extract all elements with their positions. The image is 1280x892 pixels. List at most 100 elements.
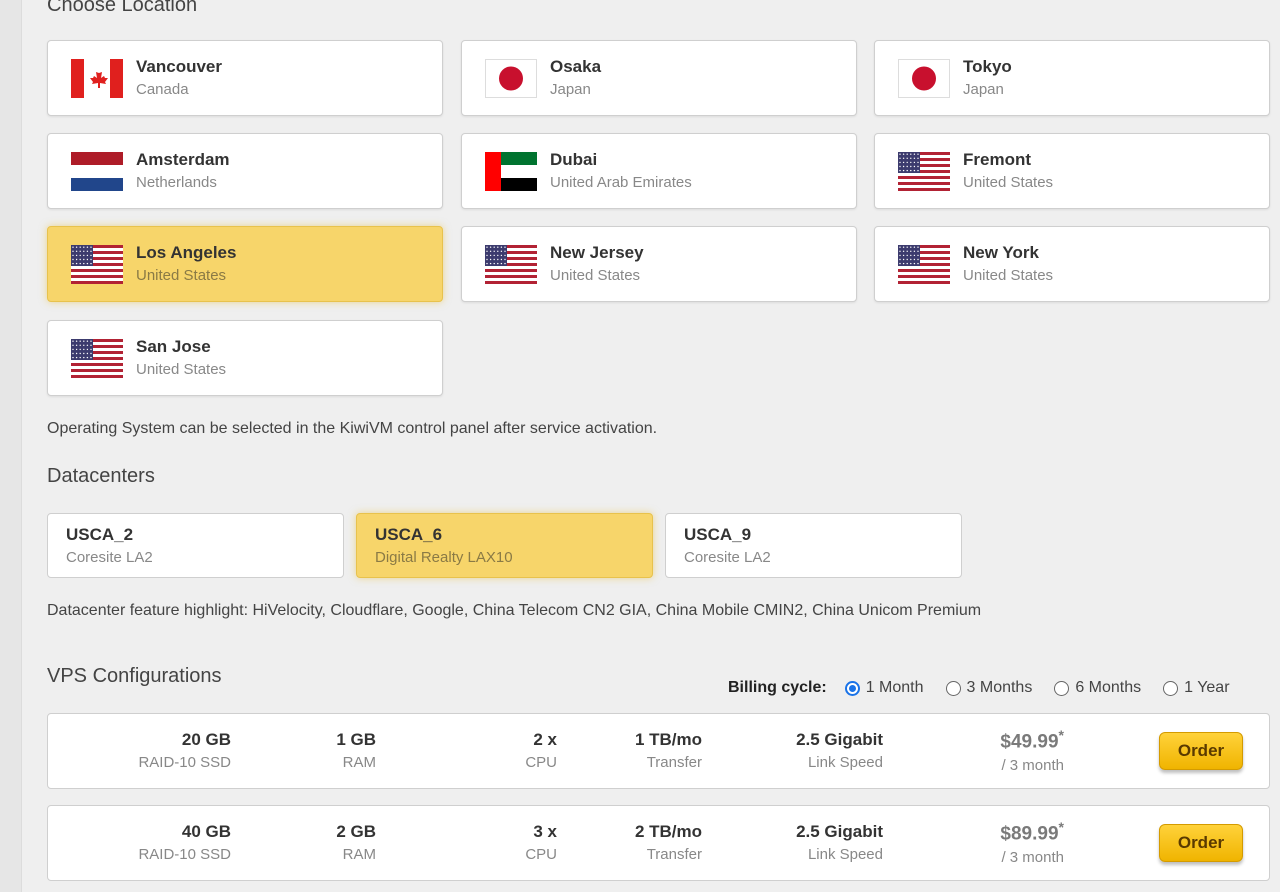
datacenter-code: USCA_6	[375, 525, 443, 544]
link-speed-label: Link Speed	[807, 754, 883, 771]
japan-flag-icon	[485, 59, 537, 98]
cpu-spec: 2 x CPU	[525, 730, 557, 771]
location-city: Osaka	[550, 57, 602, 76]
radio-icon[interactable]	[1163, 680, 1179, 696]
location-city: Vancouver	[136, 57, 222, 76]
order-button[interactable]: Order	[1159, 732, 1243, 770]
location-city: Dubai	[550, 150, 598, 169]
datacenter-card-usca-2[interactable]: USCA_2 Coresite LA2	[47, 513, 344, 578]
location-country: United States	[136, 267, 227, 284]
vps-configurations-title: VPS Configurations	[47, 665, 222, 687]
netherlands-flag-icon	[71, 152, 123, 191]
location-country: United States	[550, 267, 641, 284]
link-speed-spec: 2.5 Gigabit Link Speed	[796, 730, 883, 771]
vps-plan-row: 20 GB RAID-10 SSD 1 GB RAM 2 x CPU 1 TB/…	[47, 713, 1270, 789]
transfer-value: 1 TB/mo	[634, 730, 702, 749]
ram-label: RAM	[342, 846, 376, 863]
disk-spec: 40 GB RAID-10 SSD	[138, 822, 231, 863]
link-speed-value: 2.5 Gigabit	[796, 822, 883, 841]
radio-icon[interactable]	[1054, 680, 1070, 696]
uae-flag-icon	[485, 152, 537, 191]
disk-spec: 20 GB RAID-10 SSD	[138, 730, 231, 771]
ram-value: 2 GB	[336, 822, 376, 841]
datacenter-feature-note: Datacenter feature highlight: HiVelocity…	[47, 602, 982, 619]
disk-label: RAID-10 SSD	[138, 754, 231, 771]
location-city: Fremont	[963, 150, 1031, 169]
ram-label: RAM	[342, 754, 376, 771]
location-card-san-jose[interactable]: San Jose United States	[47, 320, 443, 396]
datacenter-code: USCA_2	[66, 525, 134, 544]
canada-flag-icon	[71, 59, 123, 98]
location-card-vancouver[interactable]: Vancouver Canada	[47, 40, 443, 116]
location-city: Tokyo	[963, 57, 1012, 76]
link-speed-value: 2.5 Gigabit	[796, 730, 883, 749]
location-card-new-jersey[interactable]: New Jersey United States	[461, 226, 857, 302]
location-country: United States	[136, 361, 227, 378]
radio-checked-icon[interactable]	[844, 680, 860, 696]
usa-flag-icon	[71, 339, 123, 378]
price-block: $89.99* / 3 month	[1000, 819, 1064, 866]
billing-cycle-label: Billing cycle:	[728, 679, 827, 696]
japan-flag-icon	[898, 59, 950, 98]
disk-value: 40 GB	[181, 822, 231, 841]
location-country: Japan	[550, 81, 591, 98]
billing-cycle-selector: Billing cycle: 1 Month 3 Months 6 Months…	[728, 677, 1230, 699]
location-card-new-york[interactable]: New York United States	[874, 226, 1270, 302]
datacenters-title: Datacenters	[47, 465, 155, 487]
datacenter-name: Digital Realty LAX10	[375, 549, 513, 566]
billing-option-1-year[interactable]: 1 Year	[1163, 679, 1230, 697]
price-period: / 3 month	[1001, 849, 1064, 867]
os-note: Operating System can be selected in the …	[47, 420, 658, 437]
cpu-label: CPU	[525, 754, 557, 771]
location-country: United Arab Emirates	[550, 174, 692, 191]
vps-plan-row: 40 GB RAID-10 SSD 2 GB RAM 3 x CPU 2 TB/…	[47, 805, 1270, 881]
transfer-label: Transfer	[646, 754, 702, 771]
order-button[interactable]: Order	[1159, 824, 1243, 862]
datacenter-card-usca-6[interactable]: USCA_6 Digital Realty LAX10	[356, 513, 653, 578]
location-country: United States	[963, 267, 1054, 284]
disk-label: RAID-10 SSD	[138, 846, 231, 863]
link-speed-spec: 2.5 Gigabit Link Speed	[796, 822, 883, 863]
cpu-value: 3 x	[533, 822, 557, 841]
location-card-amsterdam[interactable]: Amsterdam Netherlands	[47, 133, 443, 209]
billing-option-label: 1 Month	[865, 679, 924, 696]
usa-flag-icon	[485, 245, 537, 284]
link-speed-label: Link Speed	[807, 846, 883, 863]
billing-option-6-months[interactable]: 6 Months	[1054, 679, 1141, 697]
location-card-los-angeles[interactable]: Los Angeles United States	[47, 226, 443, 302]
billing-option-1-month[interactable]: 1 Month	[844, 679, 924, 697]
location-card-tokyo[interactable]: Tokyo Japan	[874, 40, 1270, 116]
price-period: / 3 month	[1001, 757, 1064, 775]
page-left-edge	[0, 0, 22, 892]
price-value: $49.99*	[1000, 727, 1064, 753]
billing-option-label: 3 Months	[966, 679, 1033, 696]
location-city: New Jersey	[550, 243, 644, 262]
datacenter-name: Coresite LA2	[684, 549, 771, 566]
price-block: $49.99* / 3 month	[1000, 727, 1064, 774]
ram-value: 1 GB	[336, 730, 376, 749]
location-city: San Jose	[136, 337, 211, 356]
radio-icon[interactable]	[945, 680, 961, 696]
location-country: United States	[963, 174, 1054, 191]
billing-option-label: 6 Months	[1075, 679, 1142, 696]
location-city: New York	[963, 243, 1039, 262]
location-country: Canada	[136, 81, 189, 98]
transfer-label: Transfer	[646, 846, 702, 863]
price-value: $89.99*	[1000, 819, 1064, 845]
transfer-value: 2 TB/mo	[634, 822, 702, 841]
datacenter-card-usca-9[interactable]: USCA_9 Coresite LA2	[665, 513, 962, 578]
cpu-label: CPU	[525, 846, 557, 863]
transfer-spec: 2 TB/mo Transfer	[635, 822, 702, 863]
location-card-fremont[interactable]: Fremont United States	[874, 133, 1270, 209]
location-card-osaka[interactable]: Osaka Japan	[461, 40, 857, 116]
choose-location-title: Choose Location	[47, 0, 198, 16]
cpu-spec: 3 x CPU	[525, 822, 557, 863]
location-country: Japan	[963, 81, 1004, 98]
disk-value: 20 GB	[181, 730, 231, 749]
location-card-dubai[interactable]: Dubai United Arab Emirates	[461, 133, 857, 209]
billing-option-3-months[interactable]: 3 Months	[945, 679, 1033, 697]
transfer-spec: 1 TB/mo Transfer	[635, 730, 702, 771]
ram-spec: 1 GB RAM	[336, 730, 376, 771]
location-city: Los Angeles	[136, 243, 237, 262]
location-country: Netherlands	[136, 174, 217, 191]
